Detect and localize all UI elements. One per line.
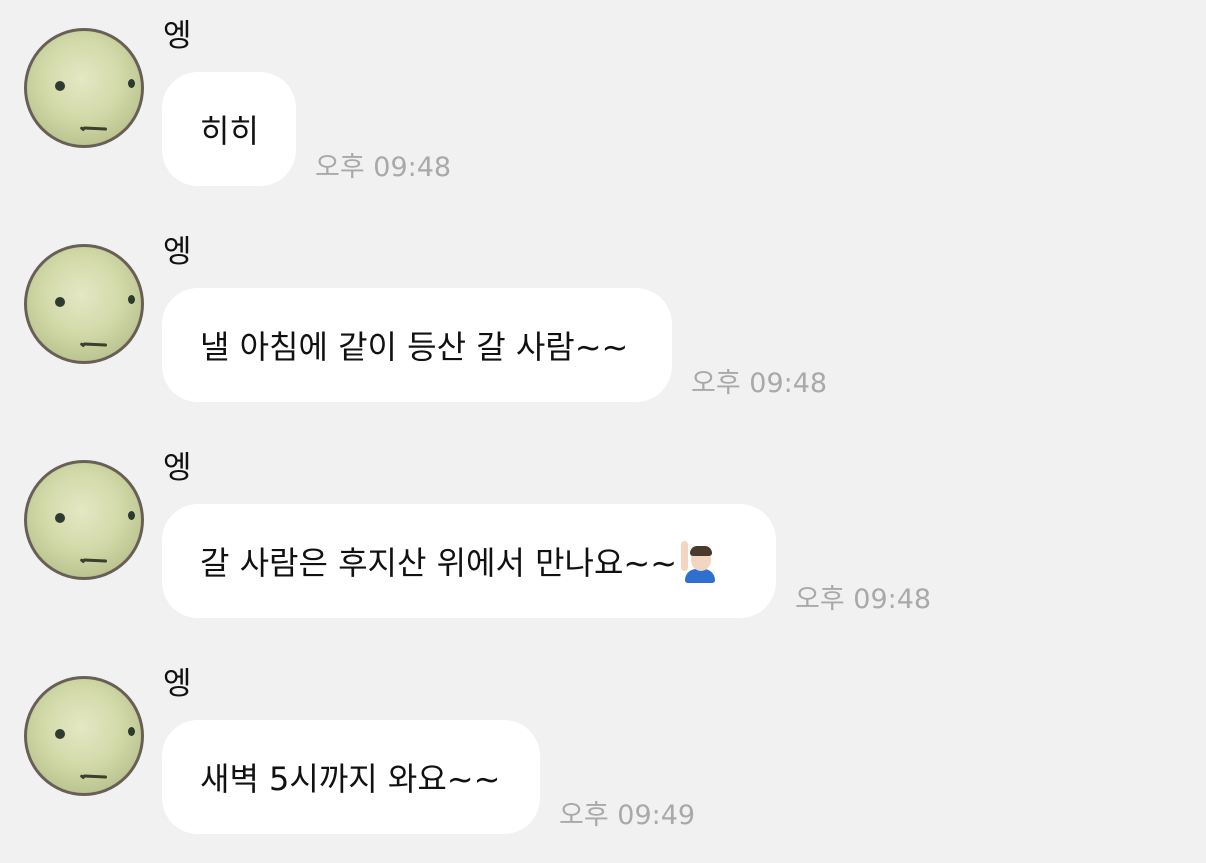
sender-name[interactable]: 엥 bbox=[163, 448, 192, 488]
sender-name[interactable]: 엥 bbox=[163, 664, 192, 704]
sender-name[interactable]: 엥 bbox=[163, 232, 192, 272]
avatar[interactable] bbox=[24, 244, 144, 364]
message-row: 엥 낼 아침에 같이 등산 갈 사람~~ 오후 09:48 bbox=[0, 216, 1206, 416]
message-timestamp: 오후 09:48 bbox=[691, 368, 828, 399]
avatar-eye bbox=[128, 295, 135, 304]
avatar-eye bbox=[55, 81, 65, 91]
avatar-eye bbox=[128, 79, 135, 88]
avatar-mouth bbox=[82, 342, 108, 347]
avatar-mouth bbox=[82, 126, 108, 131]
avatar-eye bbox=[55, 513, 65, 523]
message-text: 낼 아침에 같이 등산 갈 사람~~ bbox=[200, 328, 629, 366]
avatar[interactable] bbox=[24, 460, 144, 580]
sender-name[interactable]: 엥 bbox=[163, 16, 192, 56]
person-raising-hand-emoji bbox=[679, 539, 719, 583]
avatar-eye bbox=[128, 511, 135, 520]
avatar-eye bbox=[55, 297, 65, 307]
message-timestamp: 오후 09:49 bbox=[559, 800, 696, 831]
message-bubble[interactable]: 낼 아침에 같이 등산 갈 사람~~ bbox=[162, 288, 672, 402]
avatar-mouth bbox=[82, 558, 108, 563]
message-bubble[interactable]: 갈 사람은 후지산 위에서 만나요~~ bbox=[162, 504, 776, 618]
chat-message-list: 엥 히히 오후 09:48 엥 낼 아침에 같이 등산 갈 사람~~ 오후 09… bbox=[0, 0, 1206, 863]
message-row: 엥 히히 오후 09:48 bbox=[0, 0, 1206, 200]
message-text: 새벽 5시까지 와요~~ bbox=[200, 760, 501, 798]
message-text: 히히 bbox=[200, 112, 259, 150]
message-timestamp: 오후 09:48 bbox=[315, 152, 452, 183]
avatar-eye bbox=[128, 727, 135, 736]
message-timestamp: 오후 09:48 bbox=[795, 584, 932, 615]
message-bubble[interactable]: 새벽 5시까지 와요~~ bbox=[162, 720, 540, 834]
avatar[interactable] bbox=[24, 28, 144, 148]
message-text: 갈 사람은 후지산 위에서 만나요~~ bbox=[200, 544, 678, 582]
message-row: 엥 갈 사람은 후지산 위에서 만나요~~ 오후 09:48 bbox=[0, 432, 1206, 632]
avatar-mouth bbox=[82, 774, 108, 779]
avatar[interactable] bbox=[24, 676, 144, 796]
message-row: 엥 새벽 5시까지 와요~~ 오후 09:49 bbox=[0, 648, 1206, 848]
avatar-eye bbox=[55, 729, 65, 739]
message-bubble[interactable]: 히히 bbox=[162, 72, 296, 186]
